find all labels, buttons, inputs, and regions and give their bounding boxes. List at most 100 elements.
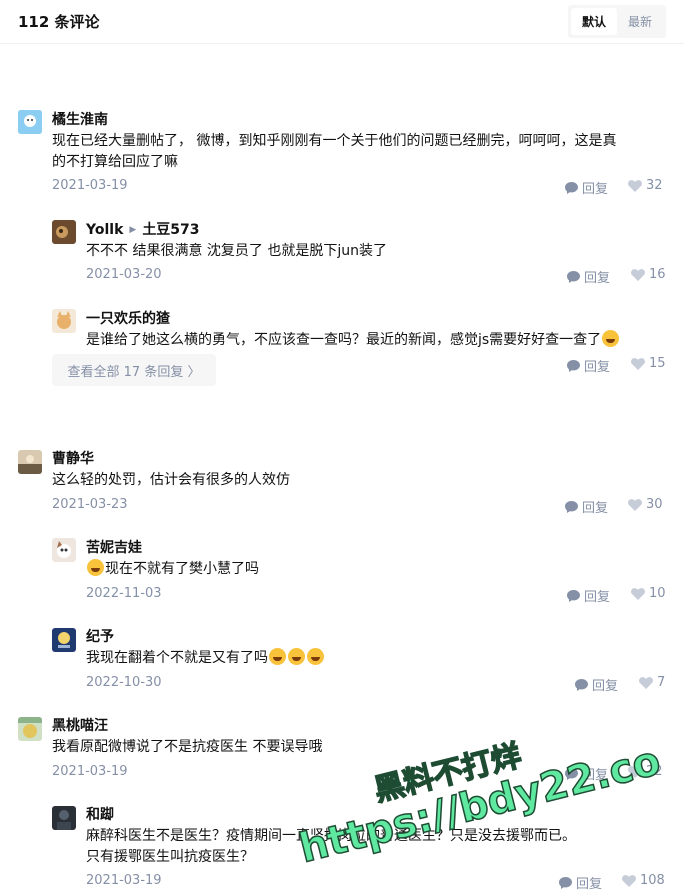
- sort-latest-button[interactable]: 最新: [617, 8, 663, 35]
- comment-text-line: 的不打算给回应了嘛: [52, 154, 178, 170]
- heart-icon: [628, 498, 642, 511]
- reply-button[interactable]: 回复: [567, 267, 610, 286]
- comment-date: 2021-03-19: [86, 873, 162, 888]
- like-button[interactable]: 30: [628, 497, 663, 512]
- reply-label: 回复: [584, 271, 611, 286]
- reply-bubble-icon: [575, 678, 588, 691]
- comment-text: 不不不 结果很满意 沈复员了 也就是脱下jun装了: [86, 243, 387, 259]
- grin-emoji-icon: [269, 648, 286, 665]
- heart-icon: [631, 587, 645, 600]
- reply-label: 回复: [576, 877, 603, 892]
- sort-default-button[interactable]: 默认: [570, 8, 617, 35]
- heart-icon: [628, 179, 642, 192]
- comment-author[interactable]: 一只欢乐的猹: [86, 308, 170, 328]
- laugh-cry-emoji-icon: [602, 330, 620, 347]
- comment-author[interactable]: 和踋: [86, 804, 114, 824]
- like-count: 22: [646, 764, 663, 779]
- avatar[interactable]: [52, 628, 76, 652]
- reply-button[interactable]: 回复: [565, 497, 608, 516]
- comment-author: Yollk ▶ 土豆573: [86, 219, 200, 239]
- comment-author[interactable]: 纪予: [86, 626, 114, 646]
- heart-icon: [622, 874, 636, 887]
- comment-date: 2021-03-19: [52, 178, 128, 193]
- like-count: 108: [640, 873, 665, 888]
- heart-icon: [628, 765, 642, 778]
- like-count: 7: [657, 675, 666, 690]
- laugh-cry-emoji-icon: [87, 559, 104, 576]
- comment-text: 现在已经大量删帖了， 微博，到知乎刚刚有一个关于他们的问题已经删完，呵呵呵，这是…: [52, 131, 672, 173]
- like-count: 32: [646, 178, 663, 193]
- avatar[interactable]: [52, 220, 76, 244]
- like-button[interactable]: 7: [639, 675, 665, 690]
- comment-text-content: 现在不就有了樊小慧了吗: [105, 561, 259, 577]
- avatar[interactable]: [18, 110, 42, 134]
- heart-icon: [631, 357, 645, 370]
- reply-button[interactable]: 回复: [565, 764, 608, 783]
- comment-author[interactable]: 苦妮吉娃: [86, 537, 142, 557]
- comment-text: 这么轻的处罚，估计会有很多的人效仿: [52, 472, 290, 488]
- like-count: 16: [649, 267, 666, 282]
- like-count: 15: [649, 356, 666, 371]
- reply-label: 回复: [582, 182, 609, 197]
- like-button[interactable]: 32: [628, 178, 663, 193]
- reply-label: 回复: [592, 679, 619, 694]
- avatar[interactable]: [52, 538, 76, 562]
- comment-date: 2021-03-23: [52, 497, 128, 512]
- comment-text: 我看原配微博说了不是抗疫医生 不要误导哦: [52, 739, 323, 755]
- sort-toggle: 默认 最新: [567, 5, 666, 38]
- comment-date: 2021-03-19: [52, 764, 128, 779]
- reply-bubble-icon: [565, 767, 578, 780]
- comment-author[interactable]: 黑桃喵汪: [52, 715, 108, 735]
- like-count: 10: [649, 586, 666, 601]
- avatar[interactable]: [52, 806, 76, 830]
- grin-emoji-icon: [307, 648, 324, 665]
- comment-text-line: 麻醉科医生不是医生？疫情期间一直坚持岗位的普通医生？只是没去援鄂而已。: [86, 828, 576, 844]
- comment-text: 麻醉科医生不是医生？疫情期间一直坚持岗位的普通医生？只是没去援鄂而已。 只有援鄂…: [86, 826, 676, 868]
- reply-button[interactable]: 回复: [565, 178, 608, 197]
- like-button[interactable]: 108: [622, 873, 665, 888]
- like-button[interactable]: 15: [631, 356, 666, 371]
- reply-bubble-icon: [559, 876, 572, 889]
- reply-bubble-icon: [567, 270, 580, 283]
- heart-icon: [639, 676, 653, 689]
- comment-text: 是谁给了她这么横的勇气，不应该查一查吗？最近的新闻，感觉js需要好好查一查了: [86, 330, 620, 351]
- like-count: 30: [646, 497, 663, 512]
- reply-button[interactable]: 回复: [567, 586, 610, 605]
- like-button[interactable]: 16: [631, 267, 666, 282]
- reply-to-author[interactable]: 土豆573: [142, 222, 199, 238]
- reply-label: 回复: [584, 360, 611, 375]
- heart-icon: [631, 268, 645, 281]
- like-button[interactable]: 10: [631, 586, 666, 601]
- reply-button[interactable]: 回复: [559, 873, 602, 892]
- comment-text-line: 只有援鄂医生叫抗疫医生？: [86, 849, 254, 865]
- comment-date: 2022-11-03: [86, 586, 162, 601]
- comment-text-line: 现在已经大量删帖了， 微博，到知乎刚刚有一个关于他们的问题已经删完，呵呵呵，这是…: [52, 133, 617, 149]
- comment-text-content: 是谁给了她这么横的勇气，不应该查一查吗？最近的新闻，感觉js需要好好查一查了: [86, 332, 602, 348]
- like-button[interactable]: 22: [628, 764, 663, 779]
- reply-button[interactable]: 回复: [567, 356, 610, 375]
- view-all-replies-button[interactable]: 查看全部 17 条回复 〉: [52, 354, 216, 386]
- comment-author[interactable]: 曹静华: [52, 448, 94, 468]
- comment-text: 现在不就有了樊小慧了吗: [86, 559, 259, 580]
- author-name[interactable]: Yollk: [86, 222, 123, 238]
- comment-author[interactable]: 橘生淮南: [52, 109, 108, 129]
- comment-text-content: 我现在翻着个不就是又有了吗: [86, 650, 268, 666]
- caret-right-icon: ▶: [129, 225, 137, 235]
- avatar[interactable]: [52, 309, 76, 333]
- reply-bubble-icon: [567, 589, 580, 602]
- reply-label: 回复: [582, 501, 609, 516]
- reply-label: 回复: [582, 768, 609, 783]
- reply-bubble-icon: [565, 500, 578, 513]
- watermark-title: 黑料不打烊: [370, 738, 526, 810]
- avatar[interactable]: [18, 717, 42, 741]
- comment-date: 2021-03-20: [86, 267, 162, 282]
- comments-header: 112 条评论 默认 最新: [0, 0, 684, 44]
- reply-label: 回复: [584, 590, 611, 605]
- reply-bubble-icon: [565, 181, 578, 194]
- avatar[interactable]: [18, 450, 42, 474]
- reply-bubble-icon: [567, 359, 580, 372]
- reply-button[interactable]: 回复: [575, 675, 618, 694]
- comment-count: 112 条评论: [18, 13, 100, 31]
- comment-date: 2022-10-30: [86, 675, 162, 690]
- comment-text: 我现在翻着个不就是又有了吗: [86, 648, 325, 669]
